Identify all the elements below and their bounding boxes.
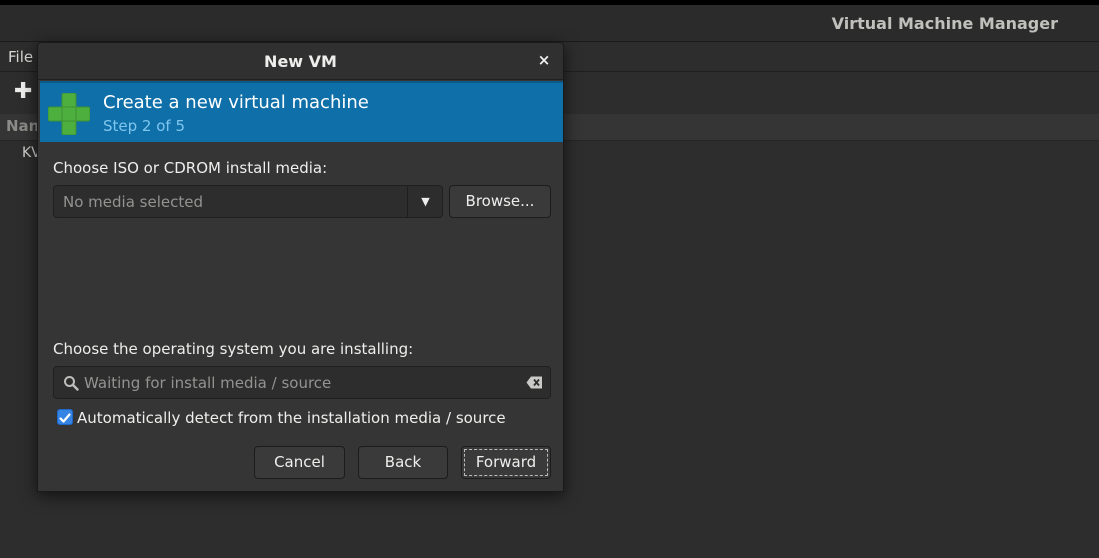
back-button[interactable]: Back — [358, 446, 448, 479]
autodetect-label[interactable]: Automatically detect from the installati… — [77, 409, 506, 427]
main-titlebar: Virtual Machine Manager — [0, 5, 1099, 42]
install-media-combo[interactable]: No media selected ▼ — [53, 185, 443, 218]
forward-button[interactable]: Forward — [461, 446, 551, 479]
menu-file[interactable]: File — [8, 48, 33, 66]
main-window-title: Virtual Machine Manager — [831, 14, 1058, 33]
new-vm-dialog: New VM × Create a new virtual machine St… — [37, 42, 564, 492]
close-icon[interactable]: × — [535, 50, 553, 70]
cancel-button[interactable]: Cancel — [254, 446, 345, 479]
dialog-title: New VM — [264, 52, 337, 71]
wizard-banner: Create a new virtual machine Step 2 of 5 — [40, 81, 563, 142]
checkmark-icon — [59, 413, 71, 423]
os-label: Choose the operating system you are inst… — [53, 340, 414, 358]
os-search-placeholder: Waiting for install media / source — [84, 374, 332, 392]
install-media-value[interactable]: No media selected — [63, 193, 203, 211]
clear-icon[interactable] — [526, 376, 543, 389]
autodetect-checkbox[interactable] — [57, 409, 73, 425]
search-icon — [64, 376, 79, 391]
chevron-down-icon[interactable]: ▼ — [408, 186, 443, 217]
banner-title: Create a new virtual machine — [103, 92, 369, 113]
green-plus-icon — [48, 93, 90, 135]
browse-button[interactable]: Browse... — [449, 185, 551, 218]
new-vm-icon[interactable]: ✚ — [14, 81, 36, 103]
step-indicator: Step 2 of 5 — [103, 117, 186, 135]
dialog-titlebar: New VM × — [38, 43, 563, 80]
column-name-header[interactable]: Nan — [6, 117, 39, 135]
os-search-input[interactable]: Waiting for install media / source — [53, 366, 551, 399]
media-label: Choose ISO or CDROM install media: — [53, 159, 328, 177]
